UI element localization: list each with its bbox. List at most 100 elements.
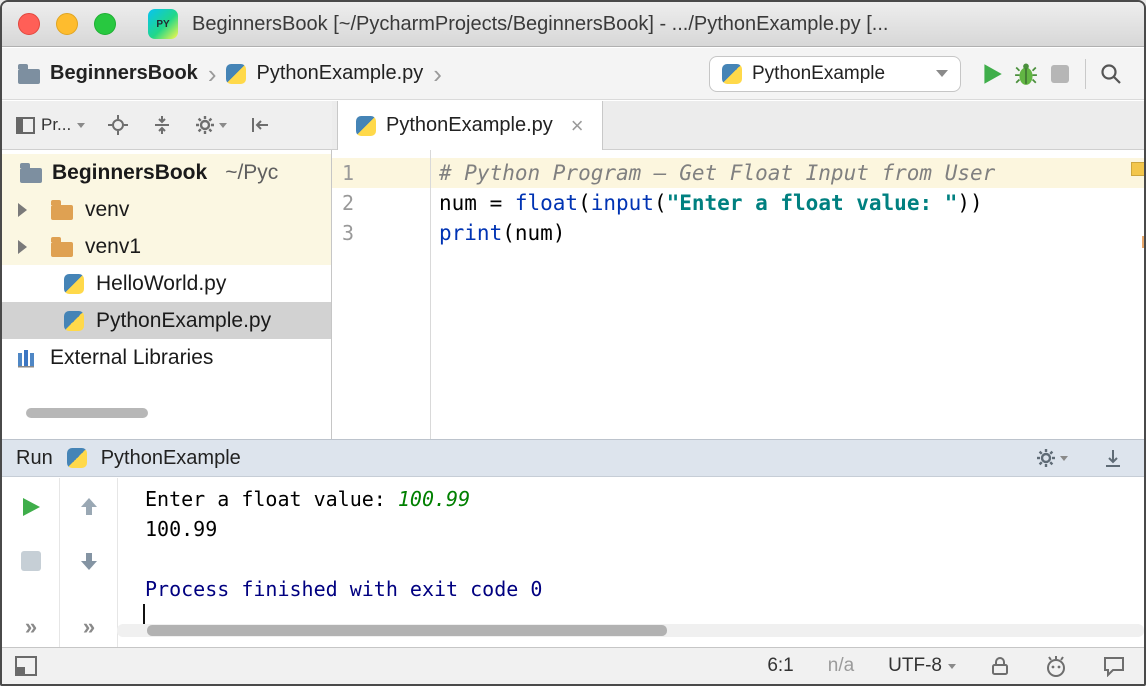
run-icon (19, 495, 43, 519)
python-file-icon (226, 64, 246, 84)
toggle-toolwindows-button[interactable] (14, 655, 38, 677)
tree-horizontal-scrollbar[interactable] (26, 408, 148, 418)
line-number: 1 (342, 158, 382, 188)
run-icon (979, 61, 1005, 87)
folder-icon (20, 168, 42, 183)
hedgehog-face-icon (1044, 654, 1068, 678)
pycharm-app-icon: PY (148, 9, 178, 39)
run-button[interactable] (975, 57, 1009, 91)
folder-icon (18, 69, 40, 84)
zoom-window-button[interactable] (94, 13, 116, 35)
breadcrumb-separator-icon (433, 61, 442, 87)
collapse-all-icon (151, 114, 173, 136)
tree-item-external-libraries[interactable]: External Libraries (2, 339, 331, 376)
console-output-text: 100.99 (145, 517, 217, 541)
code-string: "Enter a float value: " (667, 191, 958, 215)
ide-errors-button[interactable] (1044, 654, 1068, 678)
debug-button[interactable] (1009, 57, 1043, 91)
stop-button[interactable] (1043, 57, 1077, 91)
prev-occurrence-button[interactable] (72, 490, 106, 524)
close-icon[interactable] (571, 115, 584, 137)
editor-gutter: 1 2 3 (332, 150, 431, 439)
breadcrumb-file[interactable]: PythonExample.py (226, 62, 423, 85)
encoding-widget[interactable]: UTF-8 (888, 655, 956, 677)
project-view-label: Pr... (41, 115, 71, 135)
breadcrumb-separator-icon (208, 61, 217, 87)
python-file-icon (64, 274, 84, 294)
run-configuration-select[interactable]: PythonExample (709, 56, 961, 92)
close-window-button[interactable] (18, 13, 40, 35)
python-config-icon (722, 64, 742, 84)
line-number: 2 (342, 188, 382, 218)
arrow-down-icon (77, 549, 101, 573)
tree-item-pythonexample[interactable]: PythonExample.py (2, 302, 331, 339)
hide-run-panel-button[interactable] (1102, 447, 1124, 469)
run-panel-settings-button[interactable] (1036, 448, 1068, 468)
stop-icon (20, 550, 42, 572)
tree-item-project-root[interactable]: BeginnersBook ~/Pyc (2, 154, 331, 191)
project-panel-header: Pr... (2, 101, 332, 149)
tree-item-path: ~/Pyc (225, 161, 278, 185)
arrow-up-icon (77, 495, 101, 519)
panel-settings-button[interactable] (195, 115, 227, 135)
double-chevron-icon (25, 614, 37, 640)
run-configuration-label: PythonExample (752, 63, 926, 85)
event-log-button[interactable] (1102, 655, 1126, 677)
tree-item-venv1[interactable]: venv1 (2, 228, 331, 265)
toolbar-divider (1085, 59, 1086, 89)
tree-item-label: BeginnersBook (52, 161, 207, 185)
chevron-down-icon (219, 123, 227, 128)
code-builtin: float (515, 191, 578, 215)
locate-file-button[interactable] (107, 114, 129, 136)
dock-down-icon (1102, 447, 1124, 469)
python-config-icon (67, 448, 87, 468)
breadcrumb-project[interactable]: BeginnersBook (18, 62, 198, 85)
gear-icon (195, 115, 215, 135)
line-separator-widget[interactable]: n/a (828, 655, 854, 677)
more-actions-right-button[interactable] (72, 610, 106, 644)
code-builtin: print (439, 221, 502, 245)
breadcrumb-file-label: PythonExample.py (256, 62, 423, 85)
gear-icon (1036, 448, 1056, 468)
error-stripe-marker[interactable] (1142, 236, 1146, 248)
project-tree: BeginnersBook ~/Pyc venv venv1 HelloWorl… (2, 150, 332, 439)
title-bar: PY BeginnersBook [~/PycharmProjects/Begi… (2, 2, 1144, 47)
caret-position-widget[interactable]: 6:1 (767, 655, 793, 677)
run-toolbar-divider (59, 478, 60, 647)
tree-item-label: venv (85, 198, 129, 222)
status-bar: 6:1 n/a UTF-8 (2, 647, 1144, 684)
python-file-icon (64, 311, 84, 331)
run-console[interactable]: Enter a float value: 100.99 100.99 Proce… (117, 478, 1144, 647)
more-actions-left-button[interactable] (14, 610, 48, 644)
stop-icon (1050, 64, 1070, 84)
next-occurrence-button[interactable] (72, 544, 106, 578)
code-content[interactable]: # Python Program – Get Float Input from … (439, 158, 995, 248)
code-plain: num = (439, 191, 515, 215)
double-chevron-icon (83, 614, 95, 640)
python-file-icon (356, 116, 376, 136)
search-everywhere-button[interactable] (1094, 57, 1128, 91)
hide-panel-button[interactable] (249, 114, 271, 136)
tree-item-label: HelloWorld.py (96, 272, 226, 296)
folder-icon (51, 242, 73, 257)
tree-item-helloworld[interactable]: HelloWorld.py (2, 265, 331, 302)
console-scrollbar-thumb[interactable] (147, 625, 667, 636)
tree-item-venv[interactable]: venv (2, 191, 331, 228)
code-plain: ( (654, 191, 667, 215)
console-caret (143, 604, 145, 626)
pycharm-window: PY BeginnersBook [~/PycharmProjects/Begi… (0, 0, 1146, 686)
minimize-window-button[interactable] (56, 13, 78, 35)
editor-tab-pythonexample[interactable]: PythonExample.py (337, 101, 603, 150)
rerun-button[interactable] (14, 490, 48, 524)
folder-icon (51, 205, 73, 220)
project-view-selector[interactable]: Pr... (16, 115, 85, 135)
chevron-right-icon[interactable] (18, 203, 27, 217)
chevron-down-icon (948, 664, 956, 669)
collapse-all-button[interactable] (151, 114, 173, 136)
chevron-right-icon[interactable] (18, 240, 27, 254)
stop-process-button[interactable] (14, 544, 48, 578)
toolwindow-corner-icon (14, 655, 38, 677)
inspection-status-marker[interactable] (1131, 162, 1145, 176)
readonly-toggle-button[interactable] (990, 655, 1010, 677)
code-editor[interactable]: 1 2 3 # Python Program – Get Float Input… (332, 150, 1146, 439)
